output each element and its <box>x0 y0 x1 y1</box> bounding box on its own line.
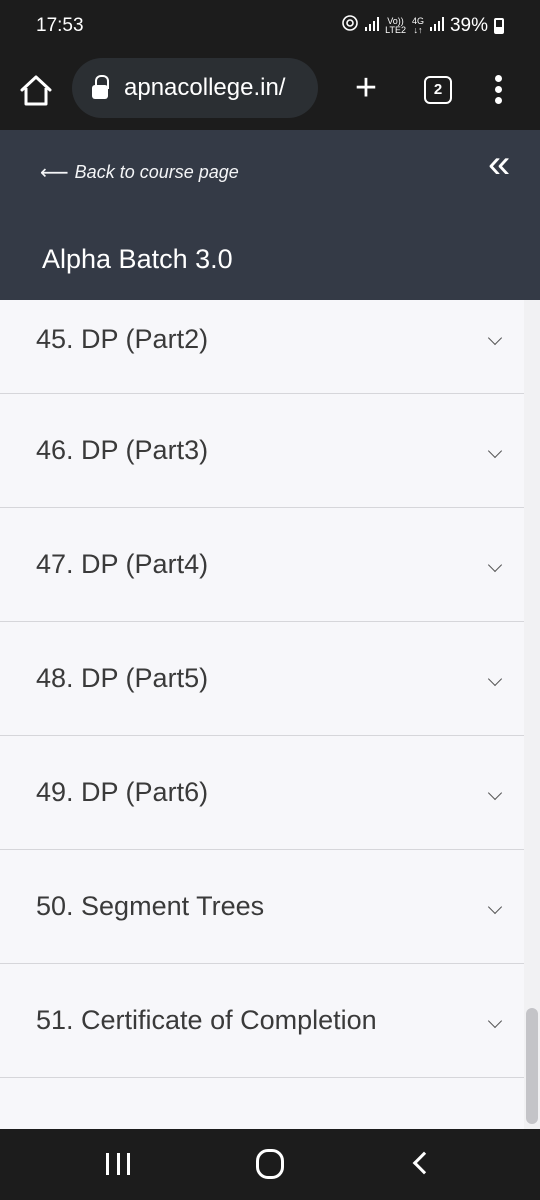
lesson-label: 50. Segment Trees <box>36 891 265 921</box>
chevron-down-icon <box>487 785 503 801</box>
chevron-down-icon <box>487 443 503 459</box>
lesson-label: 51. Certificate of Completion <box>36 1005 377 1035</box>
course-header: ⟵ Back to course page « Alpha Batch 3.0 <box>0 130 540 300</box>
arrow-left-icon: ⟵ <box>40 162 69 184</box>
back-to-course-link[interactable]: ⟵ Back to course page <box>40 160 239 185</box>
address-bar[interactable]: apnacollege.in/ <box>72 58 318 118</box>
url-text: apnacollege.in/ <box>124 74 286 101</box>
battery-icon <box>494 18 504 34</box>
lesson-item[interactable]: 46. DP (Part3) <box>0 394 524 508</box>
hotspot-icon <box>341 14 359 38</box>
new-tab-button[interactable]: + <box>346 69 386 110</box>
chevron-down-icon <box>487 557 503 573</box>
course-title: Alpha Batch 3.0 <box>42 244 233 274</box>
lesson-item[interactable]: 50. Segment Trees <box>0 850 524 964</box>
recents-icon[interactable] <box>106 1153 130 1177</box>
more-icon[interactable] <box>488 72 508 112</box>
lesson-label: 45. DP (Part2) <box>36 324 209 354</box>
lesson-label: 46. DP (Part3) <box>36 435 209 465</box>
lesson-item[interactable]: 51. Certificate of Completion <box>0 964 524 1078</box>
lesson-label: 48. DP (Part5) <box>36 663 209 693</box>
signal-icon <box>365 15 380 37</box>
status-icons: Vo)) LTE2 4G ↓↑ 39% <box>341 14 504 38</box>
chevron-down-icon <box>487 1013 503 1029</box>
lesson-item[interactable]: 49. DP (Part6) <box>0 736 524 850</box>
lesson-list: 45. DP (Part2) 46. DP (Part3) 47. DP (Pa… <box>0 300 524 1129</box>
lesson-item[interactable]: 48. DP (Part5) <box>0 622 524 736</box>
lock-icon <box>92 75 109 99</box>
volte-indicator: Vo)) LTE2 <box>385 16 406 35</box>
system-nav-bar <box>0 1129 540 1200</box>
back-link-label: Back to course page <box>74 162 239 182</box>
chevron-down-icon <box>487 899 503 915</box>
battery-percent: 39% <box>449 15 488 36</box>
status-time: 17:53 <box>36 15 84 36</box>
signal-icon-2 <box>429 15 444 37</box>
collapse-sidebar-icon[interactable]: « <box>488 144 524 184</box>
4g-indicator: 4G ↓↑ <box>411 16 424 35</box>
home-icon[interactable] <box>18 74 54 108</box>
lesson-item[interactable]: 45. DP (Part2) <box>0 300 524 394</box>
lesson-label: 49. DP (Part6) <box>36 777 209 807</box>
chevron-down-icon <box>487 671 503 687</box>
tabs-count-button[interactable]: 2 <box>424 76 452 104</box>
lesson-label: 47. DP (Part4) <box>36 549 209 579</box>
status-bar: 17:53 Vo)) LTE2 4G ↓↑ 39% <box>0 0 540 52</box>
browser-toolbar: apnacollege.in/ + 2 <box>0 52 540 130</box>
scrollbar-thumb[interactable] <box>526 1008 538 1124</box>
chevron-down-icon <box>487 330 503 346</box>
scrollbar-track[interactable] <box>524 300 540 1129</box>
lesson-item[interactable]: 47. DP (Part4) <box>0 508 524 622</box>
home-nav-icon[interactable] <box>256 1149 284 1179</box>
back-nav-icon[interactable] <box>412 1151 436 1175</box>
